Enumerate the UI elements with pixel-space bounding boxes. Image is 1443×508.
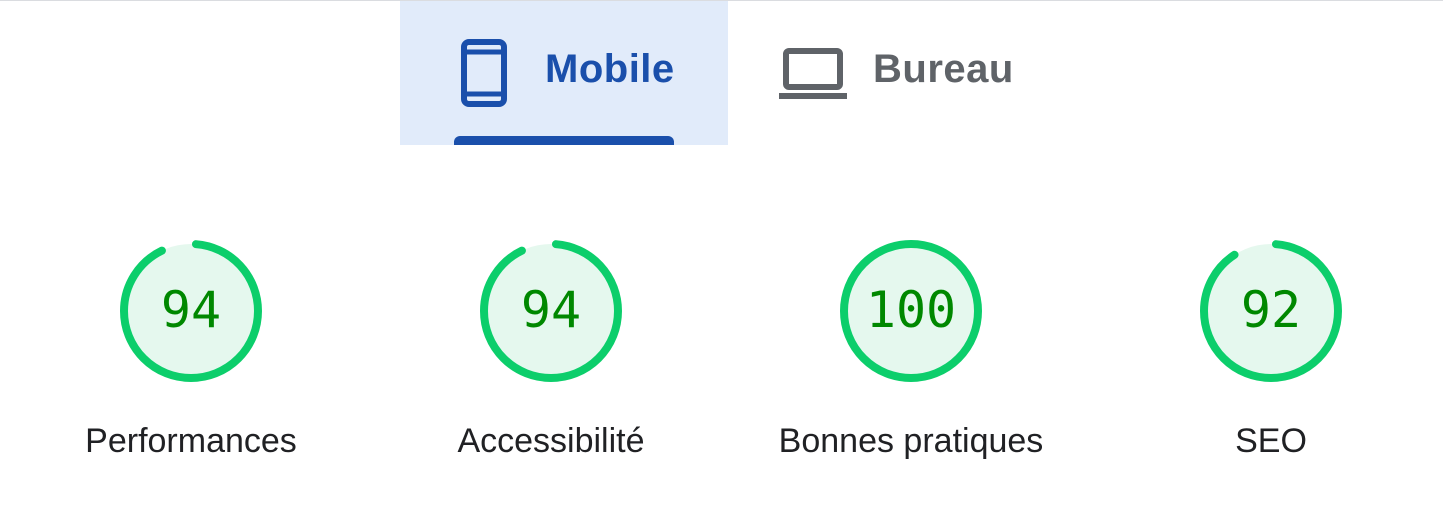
score-label-seo: SEO bbox=[1235, 422, 1307, 460]
score-value: 100 bbox=[865, 281, 957, 339]
tab-desktop[interactable]: Bureau bbox=[728, 1, 1056, 145]
selected-tab-indicator bbox=[454, 136, 674, 145]
score-label-best-practices: Bonnes pratiques bbox=[778, 422, 1044, 460]
score-gauge-performance[interactable]: 94 bbox=[116, 236, 266, 386]
smartphone-icon bbox=[460, 39, 508, 112]
score-value: 92 bbox=[1240, 281, 1302, 339]
score-gauge-best-practices[interactable]: 100 bbox=[836, 236, 986, 386]
score-gauge-seo[interactable]: 92 bbox=[1196, 236, 1346, 386]
score-gauge-accessibility[interactable]: 94 bbox=[476, 236, 626, 386]
tab-desktop-label: Bureau bbox=[873, 47, 1014, 91]
score-label-accessibility: Accessibilité bbox=[457, 422, 645, 460]
pagespeed-report: Mobile Bureau 94 Performances 94 Accessi… bbox=[0, 0, 1443, 508]
score-label-performance: Performances bbox=[85, 422, 297, 460]
tab-mobile-label: Mobile bbox=[545, 47, 675, 91]
score-value: 94 bbox=[160, 281, 222, 339]
score-value: 94 bbox=[520, 281, 582, 339]
tab-mobile[interactable]: Mobile bbox=[400, 1, 728, 145]
laptop-icon bbox=[778, 47, 848, 108]
